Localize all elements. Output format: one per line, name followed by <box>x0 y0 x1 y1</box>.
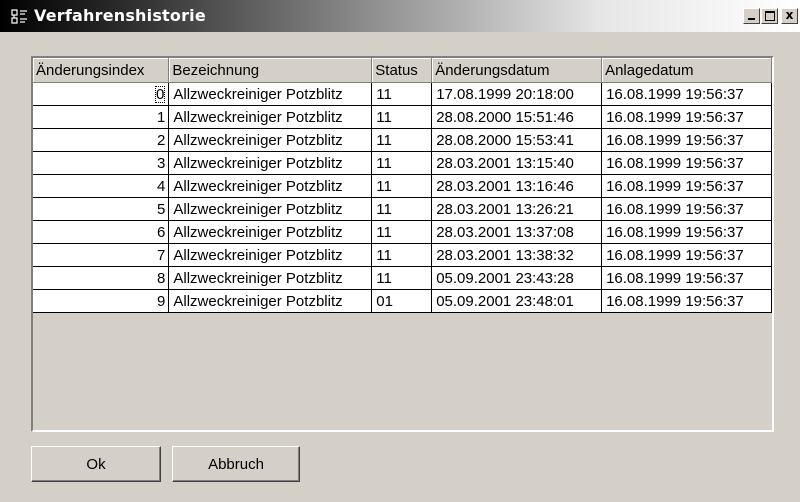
cell-index[interactable]: 7 <box>33 243 170 267</box>
close-button[interactable]: x <box>781 8 798 24</box>
cell-index[interactable]: 3 <box>33 151 170 175</box>
cell-bezeichnung[interactable]: Allzweckreiniger Potzblitz <box>168 197 373 221</box>
table-row[interactable]: 9 Allzweckreiniger Potzblitz 01 05.09.20… <box>33 289 772 313</box>
cell-index[interactable]: 1 <box>33 105 170 129</box>
cell-aenderungsdatum[interactable]: 28.03.2001 13:15:40 <box>431 151 603 175</box>
column-header-status[interactable]: Status <box>371 58 433 83</box>
cell-aenderungsdatum[interactable]: 17.08.1999 20:18:00 <box>431 82 603 106</box>
cell-status[interactable]: 11 <box>371 82 433 106</box>
minimize-button[interactable] <box>743 8 760 24</box>
history-grid[interactable]: Änderungsindex Bezeichnung Status Änderu… <box>31 56 774 432</box>
table-row[interactable]: 3 Allzweckreiniger Potzblitz 11 28.03.20… <box>33 151 772 175</box>
cell-index[interactable]: 6 <box>33 220 170 244</box>
header-row: Änderungsindex Bezeichnung Status Änderu… <box>33 58 772 83</box>
cell-anlagedatum[interactable]: 16.08.1999 19:56:37 <box>601 220 772 244</box>
table-row[interactable]: 8 Allzweckreiniger Potzblitz 11 05.09.20… <box>33 266 772 290</box>
cancel-button[interactable]: Abbruch <box>172 446 300 482</box>
cell-anlagedatum[interactable]: 16.08.1999 19:56:37 <box>601 151 772 175</box>
cell-status[interactable]: 11 <box>371 128 433 152</box>
window-controls: x <box>742 8 798 24</box>
cell-aenderungsdatum[interactable]: 05.09.2001 23:48:01 <box>431 289 603 313</box>
history-table: Änderungsindex Bezeichnung Status Änderu… <box>33 58 772 313</box>
cell-anlagedatum[interactable]: 16.08.1999 19:56:37 <box>601 105 772 129</box>
table-row[interactable]: 4 Allzweckreiniger Potzblitz 11 28.03.20… <box>33 174 772 198</box>
cell-bezeichnung[interactable]: Allzweckreiniger Potzblitz <box>168 105 373 129</box>
table-row[interactable]: 7 Allzweckreiniger Potzblitz 11 28.03.20… <box>33 243 772 267</box>
cell-anlagedatum[interactable]: 16.08.1999 19:56:37 <box>601 289 772 313</box>
window-title: Verfahrenshistorie <box>34 6 206 25</box>
table-row[interactable]: 0 Allzweckreiniger Potzblitz 11 17.08.19… <box>33 82 772 106</box>
cell-bezeichnung[interactable]: Allzweckreiniger Potzblitz <box>168 128 373 152</box>
table-row[interactable]: 5 Allzweckreiniger Potzblitz 11 28.03.20… <box>33 197 772 221</box>
cell-bezeichnung[interactable]: Allzweckreiniger Potzblitz <box>168 243 373 267</box>
column-header-anlagedatum[interactable]: Anlagedatum <box>601 58 772 83</box>
cell-status[interactable]: 11 <box>371 105 433 129</box>
cell-bezeichnung[interactable]: Allzweckreiniger Potzblitz <box>168 151 373 175</box>
cell-status[interactable]: 11 <box>371 243 433 267</box>
cell-aenderungsdatum[interactable]: 28.03.2001 13:16:46 <box>431 174 603 198</box>
cell-status[interactable]: 01 <box>371 289 433 313</box>
ok-button[interactable]: Ok <box>31 446 161 482</box>
table-row[interactable]: 2 Allzweckreiniger Potzblitz 11 28.08.20… <box>33 128 772 152</box>
cell-anlagedatum[interactable]: 16.08.1999 19:56:37 <box>601 128 772 152</box>
cell-bezeichnung[interactable]: Allzweckreiniger Potzblitz <box>168 82 373 106</box>
title-bar[interactable]: Verfahrenshistorie x <box>0 0 800 32</box>
cell-index[interactable]: 9 <box>33 289 170 313</box>
app-icon <box>11 9 27 24</box>
cell-anlagedatum[interactable]: 16.08.1999 19:56:37 <box>601 174 772 198</box>
cell-index[interactable]: 0 <box>33 82 170 106</box>
cell-status[interactable]: 11 <box>371 151 433 175</box>
column-header-bezeichnung[interactable]: Bezeichnung <box>168 58 373 83</box>
cell-anlagedatum[interactable]: 16.08.1999 19:56:37 <box>601 243 772 267</box>
cell-bezeichnung[interactable]: Allzweckreiniger Potzblitz <box>168 220 373 244</box>
column-header-aenderungsindex[interactable]: Änderungsindex <box>33 58 170 83</box>
cell-aenderungsdatum[interactable]: 28.03.2001 13:26:21 <box>431 197 603 221</box>
cell-bezeichnung[interactable]: Allzweckreiniger Potzblitz <box>168 266 373 290</box>
table-row[interactable]: 6 Allzweckreiniger Potzblitz 11 28.03.20… <box>33 220 772 244</box>
cell-bezeichnung[interactable]: Allzweckreiniger Potzblitz <box>168 174 373 198</box>
maximize-button[interactable] <box>761 8 778 24</box>
cell-index[interactable]: 2 <box>33 128 170 152</box>
cell-status[interactable]: 11 <box>371 174 433 198</box>
cell-aenderungsdatum[interactable]: 28.08.2000 15:51:46 <box>431 105 603 129</box>
cell-index[interactable]: 8 <box>33 266 170 290</box>
cell-status[interactable]: 11 <box>371 266 433 290</box>
table-row[interactable]: 1 Allzweckreiniger Potzblitz 11 28.08.20… <box>33 105 772 129</box>
cell-index[interactable]: 5 <box>33 197 170 221</box>
focus-cell: 0 <box>155 85 166 103</box>
cell-bezeichnung[interactable]: Allzweckreiniger Potzblitz <box>168 289 373 313</box>
cell-aenderungsdatum[interactable]: 28.03.2001 13:37:08 <box>431 220 603 244</box>
cell-status[interactable]: 11 <box>371 197 433 221</box>
close-icon: x <box>785 8 794 22</box>
cell-anlagedatum[interactable]: 16.08.1999 19:56:37 <box>601 197 772 221</box>
cell-aenderungsdatum[interactable]: 05.09.2001 23:43:28 <box>431 266 603 290</box>
cell-status[interactable]: 11 <box>371 220 433 244</box>
cell-anlagedatum[interactable]: 16.08.1999 19:56:37 <box>601 266 772 290</box>
cell-aenderungsdatum[interactable]: 28.08.2000 15:53:41 <box>431 128 603 152</box>
cell-aenderungsdatum[interactable]: 28.03.2001 13:38:32 <box>431 243 603 267</box>
column-header-aenderungsdatum[interactable]: Änderungsdatum <box>431 58 603 83</box>
cell-index[interactable]: 4 <box>33 174 170 198</box>
cell-anlagedatum[interactable]: 16.08.1999 19:56:37 <box>601 82 772 106</box>
